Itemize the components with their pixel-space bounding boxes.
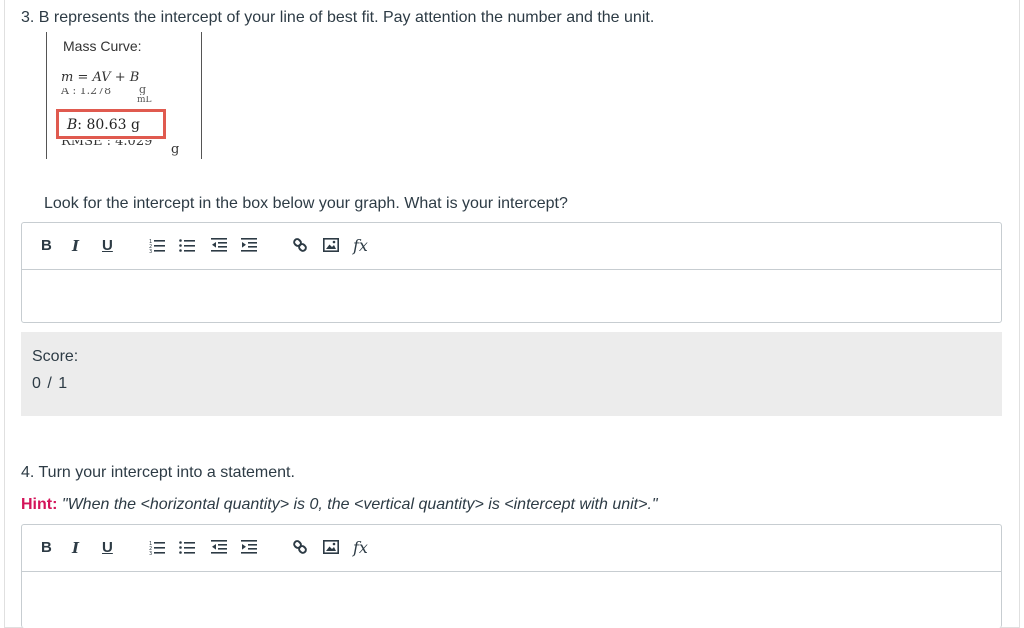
editor-toolbar: B I U 1 2 3 fx [22,223,1001,270]
image-icon[interactable] [323,237,339,253]
svg-text:3: 3 [149,249,152,253]
intercept-value: B: 80.63 g [67,117,140,133]
question-3-prompt: Look for the intercept in the box below … [44,195,568,212]
underline-button[interactable]: U [102,539,113,556]
slope-partial-text: A : 1.278 [61,88,112,96]
indent-icon[interactable] [241,539,257,555]
unordered-list-icon[interactable] [179,237,195,253]
question-4-title: 4. Turn your intercept into a statement. [21,464,295,481]
hint-text: "When the <horizontal quantity> is 0, th… [61,496,658,513]
intercept-highlight-box: B: 80.63 g [56,109,166,139]
unordered-list-icon[interactable] [179,539,195,555]
outdent-icon[interactable] [211,237,227,253]
rmse-unit: g [171,142,180,157]
mass-curve-label: Mass Curve: [63,38,142,54]
italic-button[interactable]: I [72,539,79,557]
score-value: 0 / 1 [32,375,69,392]
italic-button[interactable]: I [72,237,79,255]
underline-button[interactable]: U [102,237,113,254]
score-label: Score: [32,348,79,365]
hint-line: Hint: "When the <horizontal quantity> is… [21,496,658,514]
mass-curve-image: Mass Curve: m = AV + B A : 1.278 g mL B:… [46,32,202,159]
svg-text:3: 3 [149,551,152,555]
rmse-partial-text: RMSE : 4.029 [61,140,153,149]
indent-icon[interactable] [241,237,257,253]
formula-icon[interactable]: fx [353,236,368,255]
equation-text: m = AV + B [61,70,140,85]
link-icon[interactable] [292,539,308,555]
outdent-icon[interactable] [211,539,227,555]
editor-toolbar: B I U 1 2 3 fx [22,525,1001,572]
image-icon[interactable] [323,539,339,555]
hint-label: Hint: [21,496,58,513]
bold-button[interactable]: B [41,237,52,254]
link-icon[interactable] [292,237,308,253]
slope-unit-top: g [139,87,147,95]
question-3-title: 3. B represents the intercept of your li… [21,9,655,26]
bold-button[interactable]: B [41,539,52,556]
answer-input-q3[interactable] [22,270,1001,323]
answer-editor-q3: B I U 1 2 3 fx [21,222,1002,323]
score-panel: Score: 0 / 1 [21,332,1002,416]
ordered-list-icon[interactable]: 1 2 3 [149,237,165,253]
answer-editor-q4: B I U 1 2 3 fx [21,524,1002,628]
formula-icon[interactable]: fx [353,538,368,557]
answer-input-q4[interactable] [22,572,1001,628]
slope-unit-bottom: mL [137,96,152,103]
ordered-list-icon[interactable]: 1 2 3 [149,539,165,555]
